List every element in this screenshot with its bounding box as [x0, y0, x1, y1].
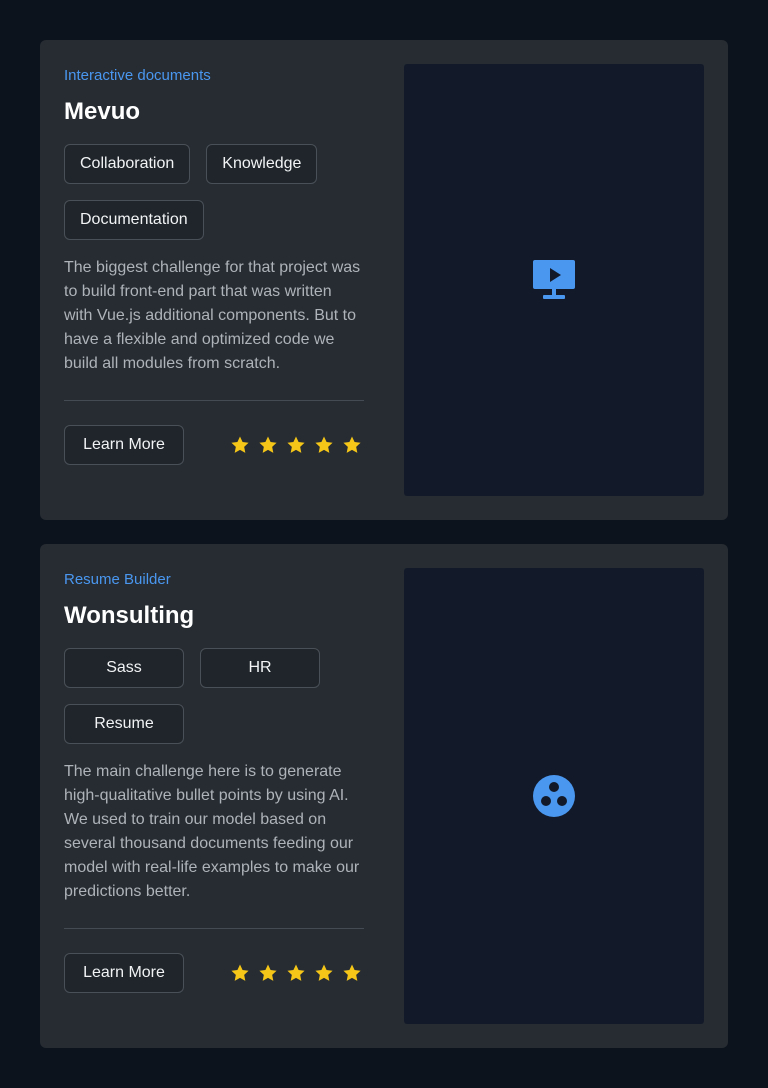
tag: Documentation — [64, 200, 204, 240]
tag-list: Collaboration Knowledge Documentation — [64, 144, 364, 240]
star-icon — [287, 964, 305, 981]
learn-more-button[interactable]: Learn More — [64, 425, 184, 465]
project-title: Mevuo — [64, 98, 141, 125]
tag: Collaboration — [64, 144, 191, 184]
project-info: Resume Builder Wonsulting Sass HR Resume… — [64, 568, 364, 993]
project-info: Interactive documents Mevuo Collaboratio… — [64, 64, 364, 465]
star-icon — [259, 964, 277, 981]
divider — [64, 400, 364, 401]
project-media — [404, 568, 704, 1024]
tag: Resume — [64, 704, 184, 744]
learn-more-button[interactable]: Learn More — [64, 953, 184, 993]
star-rating — [230, 435, 364, 455]
tag-list: Sass HR Resume — [64, 648, 364, 744]
project-title: Wonsulting — [64, 602, 195, 629]
star-icon — [343, 436, 361, 453]
star-icon — [259, 436, 277, 453]
star-icon — [287, 436, 305, 453]
presentation-play-icon — [533, 260, 575, 299]
tag: Knowledge — [206, 144, 318, 184]
project-description: The main challenge here is to generate h… — [64, 763, 360, 900]
project-card-wonsulting: Resume Builder Wonsulting Sass HR Resume… — [40, 544, 728, 1048]
project-category: Interactive documents — [64, 67, 211, 84]
tag: Sass — [64, 648, 184, 688]
card-footer: Learn More — [64, 425, 364, 465]
star-icon — [231, 436, 249, 453]
project-media — [404, 64, 704, 496]
card-footer: Learn More — [64, 953, 364, 993]
star-rating — [230, 963, 364, 983]
project-category: Resume Builder — [64, 571, 171, 588]
page: Interactive documents Mevuo Collaboratio… — [0, 0, 768, 1088]
star-icon — [315, 964, 333, 981]
project-description: The biggest challenge for that project w… — [64, 259, 361, 372]
star-icon — [343, 964, 361, 981]
divider — [64, 928, 364, 929]
film-reel-icon — [533, 775, 575, 817]
star-icon — [315, 436, 333, 453]
star-icon — [231, 964, 249, 981]
project-card-mevuo: Interactive documents Mevuo Collaboratio… — [40, 40, 728, 520]
tag: HR — [200, 648, 320, 688]
